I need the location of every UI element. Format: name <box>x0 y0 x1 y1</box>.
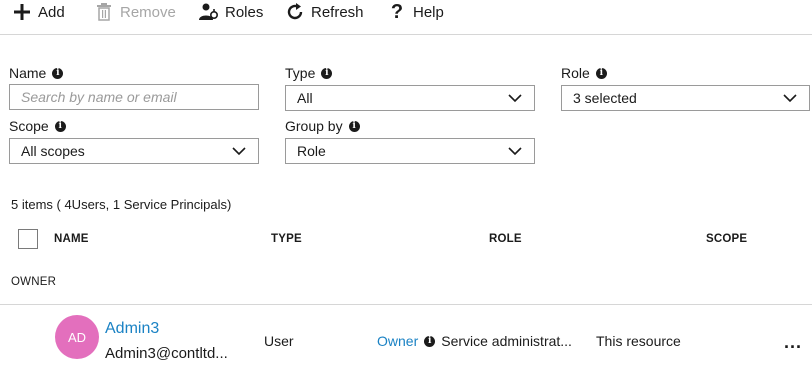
name-search-field[interactable] <box>9 84 259 110</box>
info-icon[interactable]: i <box>595 67 607 79</box>
type-select-value: All <box>297 90 313 106</box>
groupby-select-value: Role <box>297 143 326 159</box>
scope-label-text: Scope <box>9 118 49 134</box>
toolbar-divider <box>0 34 812 35</box>
type-select[interactable]: All <box>285 85 535 111</box>
chevron-down-icon <box>508 94 522 103</box>
role-select[interactable]: 3 selected <box>561 85 810 111</box>
info-icon[interactable]: i <box>424 335 436 347</box>
groupby-label-text: Group by <box>285 118 343 134</box>
role-filter-label: Role i <box>561 65 607 81</box>
chevron-down-icon <box>783 94 797 103</box>
info-icon[interactable]: i <box>348 120 360 132</box>
roles-button[interactable]: Roles <box>199 1 263 23</box>
more-actions-button[interactable]: ... <box>784 332 802 353</box>
name-label-text: Name <box>9 65 47 81</box>
name-search-input[interactable] <box>10 85 258 109</box>
type-label-text: Type <box>285 65 316 81</box>
chevron-down-icon <box>508 147 522 156</box>
type-filter-label: Type i <box>285 65 333 81</box>
column-header-name[interactable]: NAME <box>54 233 89 245</box>
add-button[interactable]: Add <box>12 1 65 23</box>
role-label-text: Role <box>561 65 590 81</box>
group-header-owner: OWNER <box>11 276 57 288</box>
role-link[interactable]: Owner <box>377 333 418 349</box>
group-divider <box>0 304 812 305</box>
column-header-scope[interactable]: SCOPE <box>706 233 747 245</box>
plus-icon <box>12 2 32 22</box>
info-icon[interactable]: i <box>321 67 333 79</box>
column-header-type[interactable]: TYPE <box>271 233 302 245</box>
scope-value: This resource <box>596 333 681 349</box>
role-cell: Owner i Service administrat... <box>377 333 572 349</box>
name-filter-label: Name i <box>9 65 64 81</box>
column-header-role[interactable]: ROLE <box>489 233 522 245</box>
command-toolbar: Add Remove Roles Refresh ? Help <box>0 0 812 26</box>
roles-label: Roles <box>225 3 264 21</box>
question-icon: ? <box>390 0 404 23</box>
role-select-value: 3 selected <box>573 90 637 106</box>
info-icon[interactable]: i <box>54 120 66 132</box>
remove-button[interactable]: Remove <box>94 1 176 23</box>
refresh-label: Refresh <box>311 3 364 21</box>
trash-icon <box>94 2 114 22</box>
help-button[interactable]: ? Help <box>387 1 444 23</box>
groupby-select[interactable]: Role <box>285 138 535 164</box>
scope-select-value: All scopes <box>21 143 85 159</box>
scope-filter-label: Scope i <box>9 118 66 134</box>
chevron-down-icon <box>232 147 246 156</box>
remove-label: Remove <box>120 3 176 21</box>
info-icon[interactable]: i <box>52 67 64 79</box>
select-all-checkbox[interactable] <box>18 229 38 249</box>
refresh-button[interactable]: Refresh <box>285 1 364 23</box>
avatar: AD <box>55 315 99 359</box>
role-detail: Service administrat... <box>441 333 572 349</box>
scope-select[interactable]: All scopes <box>9 138 259 164</box>
items-count: 5 items ( 4Users, 1 Service Principals) <box>11 197 232 212</box>
groupby-filter-label: Group by i <box>285 118 360 134</box>
refresh-icon <box>285 2 305 22</box>
add-label: Add <box>38 3 65 21</box>
user-name-link[interactable]: Admin3 <box>105 320 159 338</box>
user-email: Admin3@contltd... <box>105 345 228 362</box>
help-label: Help <box>413 3 444 21</box>
roles-icon <box>199 2 219 22</box>
user-type: User <box>264 333 294 349</box>
